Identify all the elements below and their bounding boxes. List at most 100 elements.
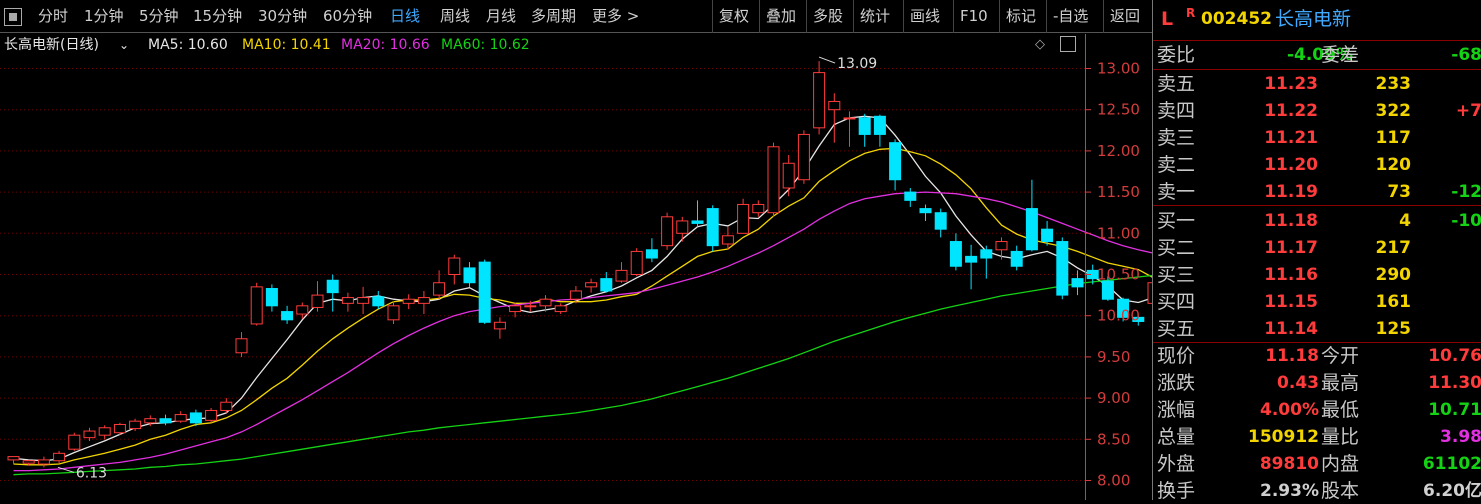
candle[interactable] (159, 414, 172, 426)
y-tick-label: 9.50 (1097, 348, 1130, 366)
candle[interactable] (858, 113, 871, 147)
candle[interactable] (676, 216, 689, 242)
candle[interactable] (706, 205, 719, 252)
candle[interactable] (311, 281, 324, 312)
quote-panel: L R 002452 长高电新 委比 -4.09% 委差 -68 卖五 11.23… (1152, 0, 1481, 502)
period-tab-7[interactable]: 周线 (440, 0, 470, 33)
candle[interactable] (265, 284, 278, 312)
candle[interactable] (630, 248, 643, 277)
tool-button-3[interactable]: 统计 (853, 0, 890, 33)
candle[interactable] (417, 290, 430, 315)
book-label: 买五 (1157, 318, 1196, 340)
candle[interactable] (554, 303, 567, 315)
candle[interactable] (326, 274, 339, 312)
stock-code: 002452 (1201, 9, 1272, 29)
book-price: 11.18 (1264, 211, 1318, 231)
period-tab-9[interactable]: 多周期 (531, 0, 576, 33)
tool-button-5[interactable]: F10 (953, 0, 988, 33)
candle[interactable] (341, 292, 354, 312)
candle[interactable] (1056, 237, 1069, 300)
candle[interactable] (782, 155, 795, 197)
book-change: +7 (1455, 101, 1481, 121)
candle[interactable] (53, 450, 66, 464)
tool-button-0[interactable]: 复权 (712, 0, 749, 33)
weicha-label: 委差 (1321, 44, 1360, 66)
candle[interactable] (767, 142, 780, 217)
candle[interactable] (615, 262, 628, 283)
candle[interactable] (37, 456, 50, 468)
book-volume: 322 (1375, 101, 1412, 121)
candlestick-chart[interactable]: 13.00 12.50 12.00 11.50 11.00 10.50 10.00 9.50 9… (0, 34, 1152, 500)
candle[interactable] (83, 427, 96, 441)
stat-value: 3.98 (1440, 427, 1481, 447)
candle[interactable] (585, 278, 598, 293)
candle[interactable] (357, 286, 370, 315)
book-price: 11.22 (1264, 101, 1318, 121)
candle[interactable] (174, 411, 187, 423)
period-tab-5[interactable]: 60分钟 (323, 0, 372, 33)
stat-label: 股本 (1321, 480, 1360, 502)
candle[interactable] (691, 200, 704, 227)
period-tab-1[interactable]: 1分钟 (84, 0, 124, 33)
stat-label: 换手 (1157, 480, 1196, 502)
candle[interactable] (478, 259, 491, 324)
candle[interactable] (828, 93, 841, 143)
candle[interactable] (813, 61, 826, 135)
book-label: 卖五 (1157, 73, 1196, 95)
quote-prefix-r: R (1186, 6, 1196, 20)
book-label: 卖二 (1157, 154, 1196, 176)
candle[interactable] (205, 407, 218, 423)
candle[interactable] (1025, 179, 1038, 252)
candle[interactable] (949, 233, 962, 271)
candle[interactable] (7, 456, 20, 465)
candle[interactable] (235, 332, 248, 357)
candle[interactable] (889, 139, 902, 191)
tool-button-6[interactable]: 标记 (999, 0, 1036, 33)
candle[interactable] (387, 300, 400, 324)
candle[interactable] (569, 286, 582, 304)
candle[interactable] (797, 130, 810, 184)
tool-button-7[interactable]: -自选 (1046, 0, 1088, 33)
book-volume: 161 (1375, 292, 1412, 312)
candle[interactable] (980, 245, 993, 279)
candle[interactable] (904, 187, 917, 207)
candle[interactable] (68, 432, 81, 451)
candle[interactable] (98, 425, 111, 440)
candle[interactable] (402, 294, 415, 310)
period-tab-2[interactable]: 5分钟 (139, 0, 179, 33)
tool-button-1[interactable]: 叠加 (759, 0, 796, 33)
candle[interactable] (873, 114, 886, 147)
candle[interactable] (919, 204, 932, 221)
book-label: 卖三 (1157, 127, 1196, 149)
period-tab-4[interactable]: 30分钟 (258, 0, 307, 33)
high-price-label: 13.09 (837, 56, 877, 72)
candle[interactable] (1010, 245, 1023, 271)
tool-button-8[interactable]: 返回 (1103, 0, 1140, 33)
candle[interactable] (372, 290, 385, 310)
candle[interactable] (600, 272, 613, 293)
period-tab-8[interactable]: 月线 (486, 0, 516, 33)
candle[interactable] (250, 282, 263, 326)
tool-button-2[interactable]: 多股 (806, 0, 843, 33)
candle[interactable] (1071, 270, 1084, 296)
period-tab-6[interactable]: 日线 (390, 0, 420, 33)
period-tab-0[interactable]: 分时 (38, 0, 68, 33)
candle[interactable] (645, 238, 658, 263)
candle[interactable] (463, 262, 476, 287)
candle[interactable] (995, 237, 1008, 260)
period-tab-10[interactable]: 更多 > (592, 0, 639, 33)
candle[interactable] (843, 111, 856, 147)
divider (1153, 40, 1481, 41)
stat-label: 涨幅 (1157, 399, 1196, 421)
candle[interactable] (965, 244, 978, 290)
candle[interactable] (433, 270, 446, 300)
candle[interactable] (661, 212, 674, 250)
period-tab-3[interactable]: 15分钟 (193, 0, 242, 33)
tool-button-4[interactable]: 画线 (903, 0, 940, 33)
candle[interactable] (281, 305, 294, 324)
candle[interactable] (493, 317, 506, 339)
candle[interactable] (220, 398, 233, 413)
candle[interactable] (448, 254, 461, 285)
candle[interactable] (1041, 220, 1054, 246)
candle[interactable] (737, 198, 750, 234)
